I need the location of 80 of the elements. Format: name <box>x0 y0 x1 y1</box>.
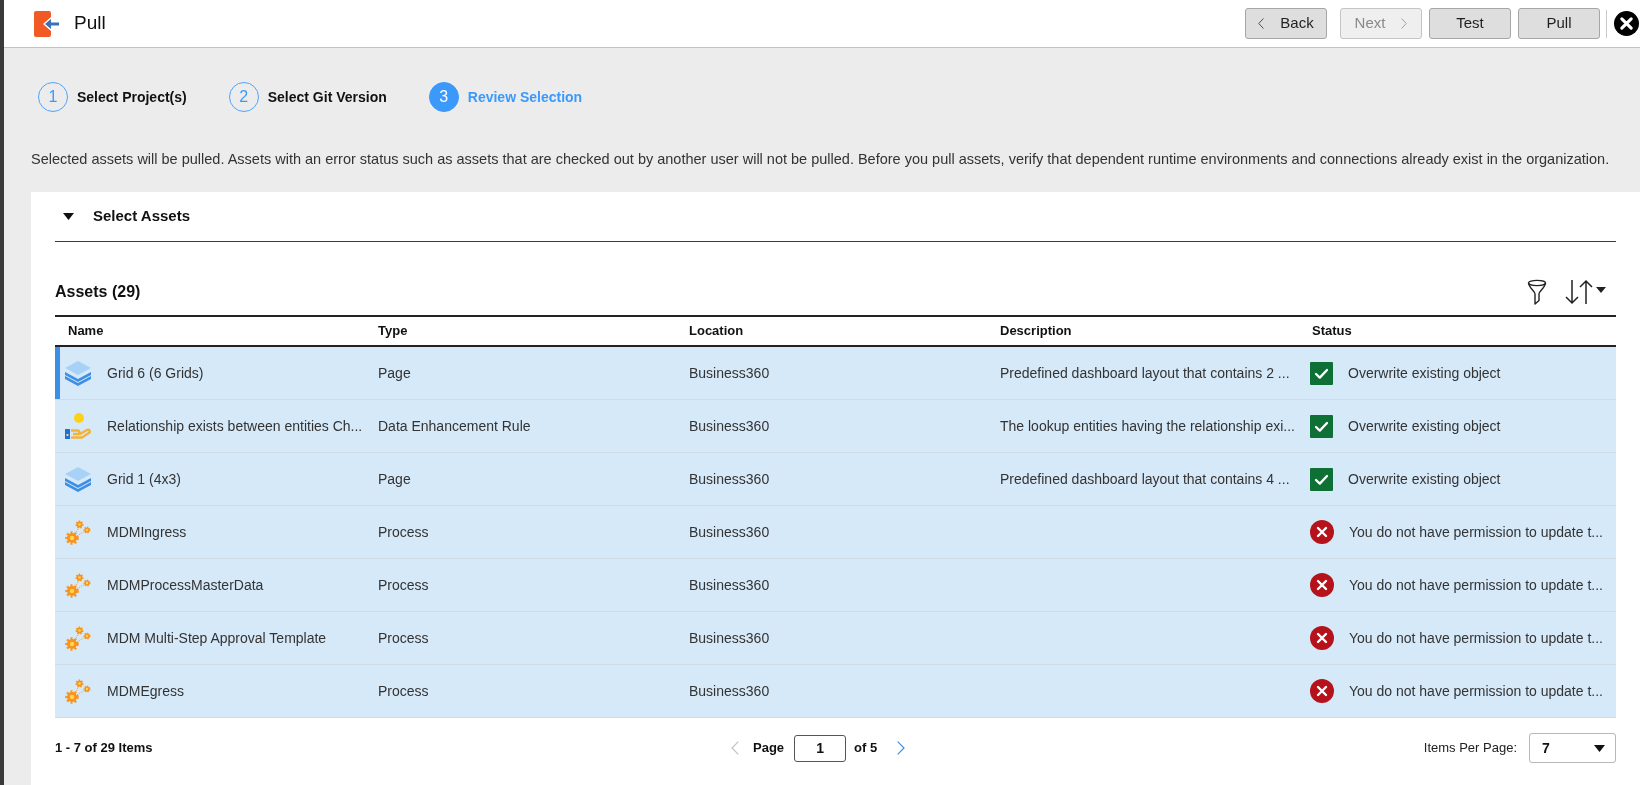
check-icon <box>1310 361 1333 385</box>
asset-location: Business360 <box>689 629 770 646</box>
status-text: Overwrite existing object <box>1348 363 1501 383</box>
asset-type: Process <box>378 682 429 699</box>
layers-icon <box>65 360 91 386</box>
asset-location: Business360 <box>689 417 770 434</box>
table-row[interactable]: MDMEgress Process Business360 You do not have permission to update t... <box>55 665 1616 718</box>
asset-name: MDMProcessMasterData <box>107 575 264 595</box>
column-header: Location <box>688 322 745 341</box>
asset-name: MDMIngress <box>107 522 187 542</box>
chevron-left-icon <box>1258 18 1265 29</box>
logo-icon <box>34 10 60 37</box>
table-row[interactable]: Grid 6 (6 Grids) Page Business360 Predefined dashboard layout that contains 2 ... Overwrite existing object <box>55 347 1616 400</box>
per-page-label: Items Per Page: <box>1423 739 1517 758</box>
asset-name: MDM Multi-Step Approval Template <box>107 628 327 648</box>
status-text: You do not have permission to update t... <box>1349 681 1603 701</box>
table-row[interactable]: Grid 1 (4x3) Page Business360 Predefined dashboard layout that contains 4 ... Overwrite existing object <box>55 453 1616 506</box>
page-input[interactable]: 1 <box>794 734 847 762</box>
status-text: You do not have permission to update t... <box>1349 575 1603 595</box>
asset-type: Page <box>378 470 411 487</box>
column-header: Status <box>1311 322 1353 341</box>
toolbar-button[interactable]: Test <box>1429 8 1511 39</box>
hand-bulb-icon <box>65 413 91 439</box>
status-text: Overwrite existing object <box>1348 416 1501 436</box>
column-header: Description <box>999 322 1073 341</box>
column-header: Name <box>67 322 105 341</box>
gears-icon <box>65 519 91 545</box>
check-icon <box>1310 414 1333 438</box>
error-icon <box>1310 573 1334 597</box>
table-row[interactable]: Relationship exists between entities Ch... Data Enhancement Rule Business360 The lookup entities having the relationship exi... Overwrite existing object <box>55 400 1616 453</box>
status-text: You do not have permission to update t... <box>1349 522 1603 542</box>
filter-icon[interactable] <box>1527 279 1547 305</box>
asset-location: Business360 <box>689 523 770 540</box>
column-header: Type <box>377 322 409 341</box>
asset-description: Predefined dashboard layout that contains 4 ... <box>1000 470 1290 487</box>
table-title: Assets (29) <box>55 282 141 302</box>
page-label: Page <box>753 739 785 758</box>
item-range: 1 - 7 of 29 Items <box>55 739 154 758</box>
page-count: of 5 <box>854 739 878 758</box>
toolbar-button[interactable]: Pull <box>1518 8 1600 39</box>
page-title: Pull <box>74 11 106 36</box>
asset-location: Business360 <box>689 470 770 487</box>
asset-description: The lookup entities having the relationship exi... <box>1000 417 1295 434</box>
toolbar-button[interactable]: Back <box>1245 8 1327 39</box>
step-label[interactable]: Select Project(s) <box>77 86 187 108</box>
asset-type: Process <box>378 576 429 593</box>
asset-name: Grid 6 (6 Grids) <box>107 363 204 383</box>
table-row[interactable]: MDMProcessMasterData Process Business360 You do not have permission to update t... <box>55 559 1616 612</box>
chevron-right-icon <box>1401 18 1408 29</box>
asset-location: Business360 <box>689 364 770 381</box>
layers-icon <box>65 466 91 492</box>
asset-type: Data Enhancement Rule <box>378 417 531 434</box>
description-text: Selected assets will be pulled. Assets with an error status such as assets that are checked out by another user will not be pulled. Before you pull assets, verify that dependent runtime environments and connections already exist in the organization. <box>31 150 1610 168</box>
next-page-icon[interactable] <box>897 741 906 755</box>
error-icon <box>1310 626 1334 650</box>
error-icon <box>1310 679 1334 703</box>
sort-icon[interactable] <box>1564 279 1606 305</box>
table-row[interactable]: MDM Multi-Step Approval Template Process Business360 You do not have permission to update t... <box>55 612 1616 665</box>
check-icon <box>1310 467 1333 491</box>
table-row[interactable]: MDMIngress Process Business360 You do not have permission to update t... <box>55 506 1616 559</box>
caret-down-icon <box>1594 744 1605 752</box>
per-page-select[interactable]: 7 <box>1529 733 1616 763</box>
asset-name: Grid 1 (4x3) <box>107 469 181 489</box>
close-icon[interactable] <box>1614 11 1639 36</box>
asset-location: Business360 <box>689 682 770 699</box>
gears-icon <box>65 572 91 598</box>
asset-description: Predefined dashboard layout that contains 2 ... <box>1000 364 1290 381</box>
asset-type: Page <box>378 364 411 381</box>
section-toggle[interactable]: Select Assets <box>55 192 1616 242</box>
step-label[interactable]: Select Git Version <box>267 86 387 108</box>
gears-icon <box>65 678 91 704</box>
gears-icon <box>65 625 91 651</box>
status-text: You do not have permission to update t... <box>1349 628 1603 648</box>
asset-type: Process <box>378 629 429 646</box>
status-text: Overwrite existing object <box>1348 469 1501 489</box>
asset-name: Relationship exists between entities Ch... <box>107 416 363 436</box>
asset-name: MDMEgress <box>107 681 184 701</box>
asset-location: Business360 <box>689 576 770 593</box>
error-icon <box>1310 520 1334 544</box>
asset-type: Process <box>378 523 429 540</box>
